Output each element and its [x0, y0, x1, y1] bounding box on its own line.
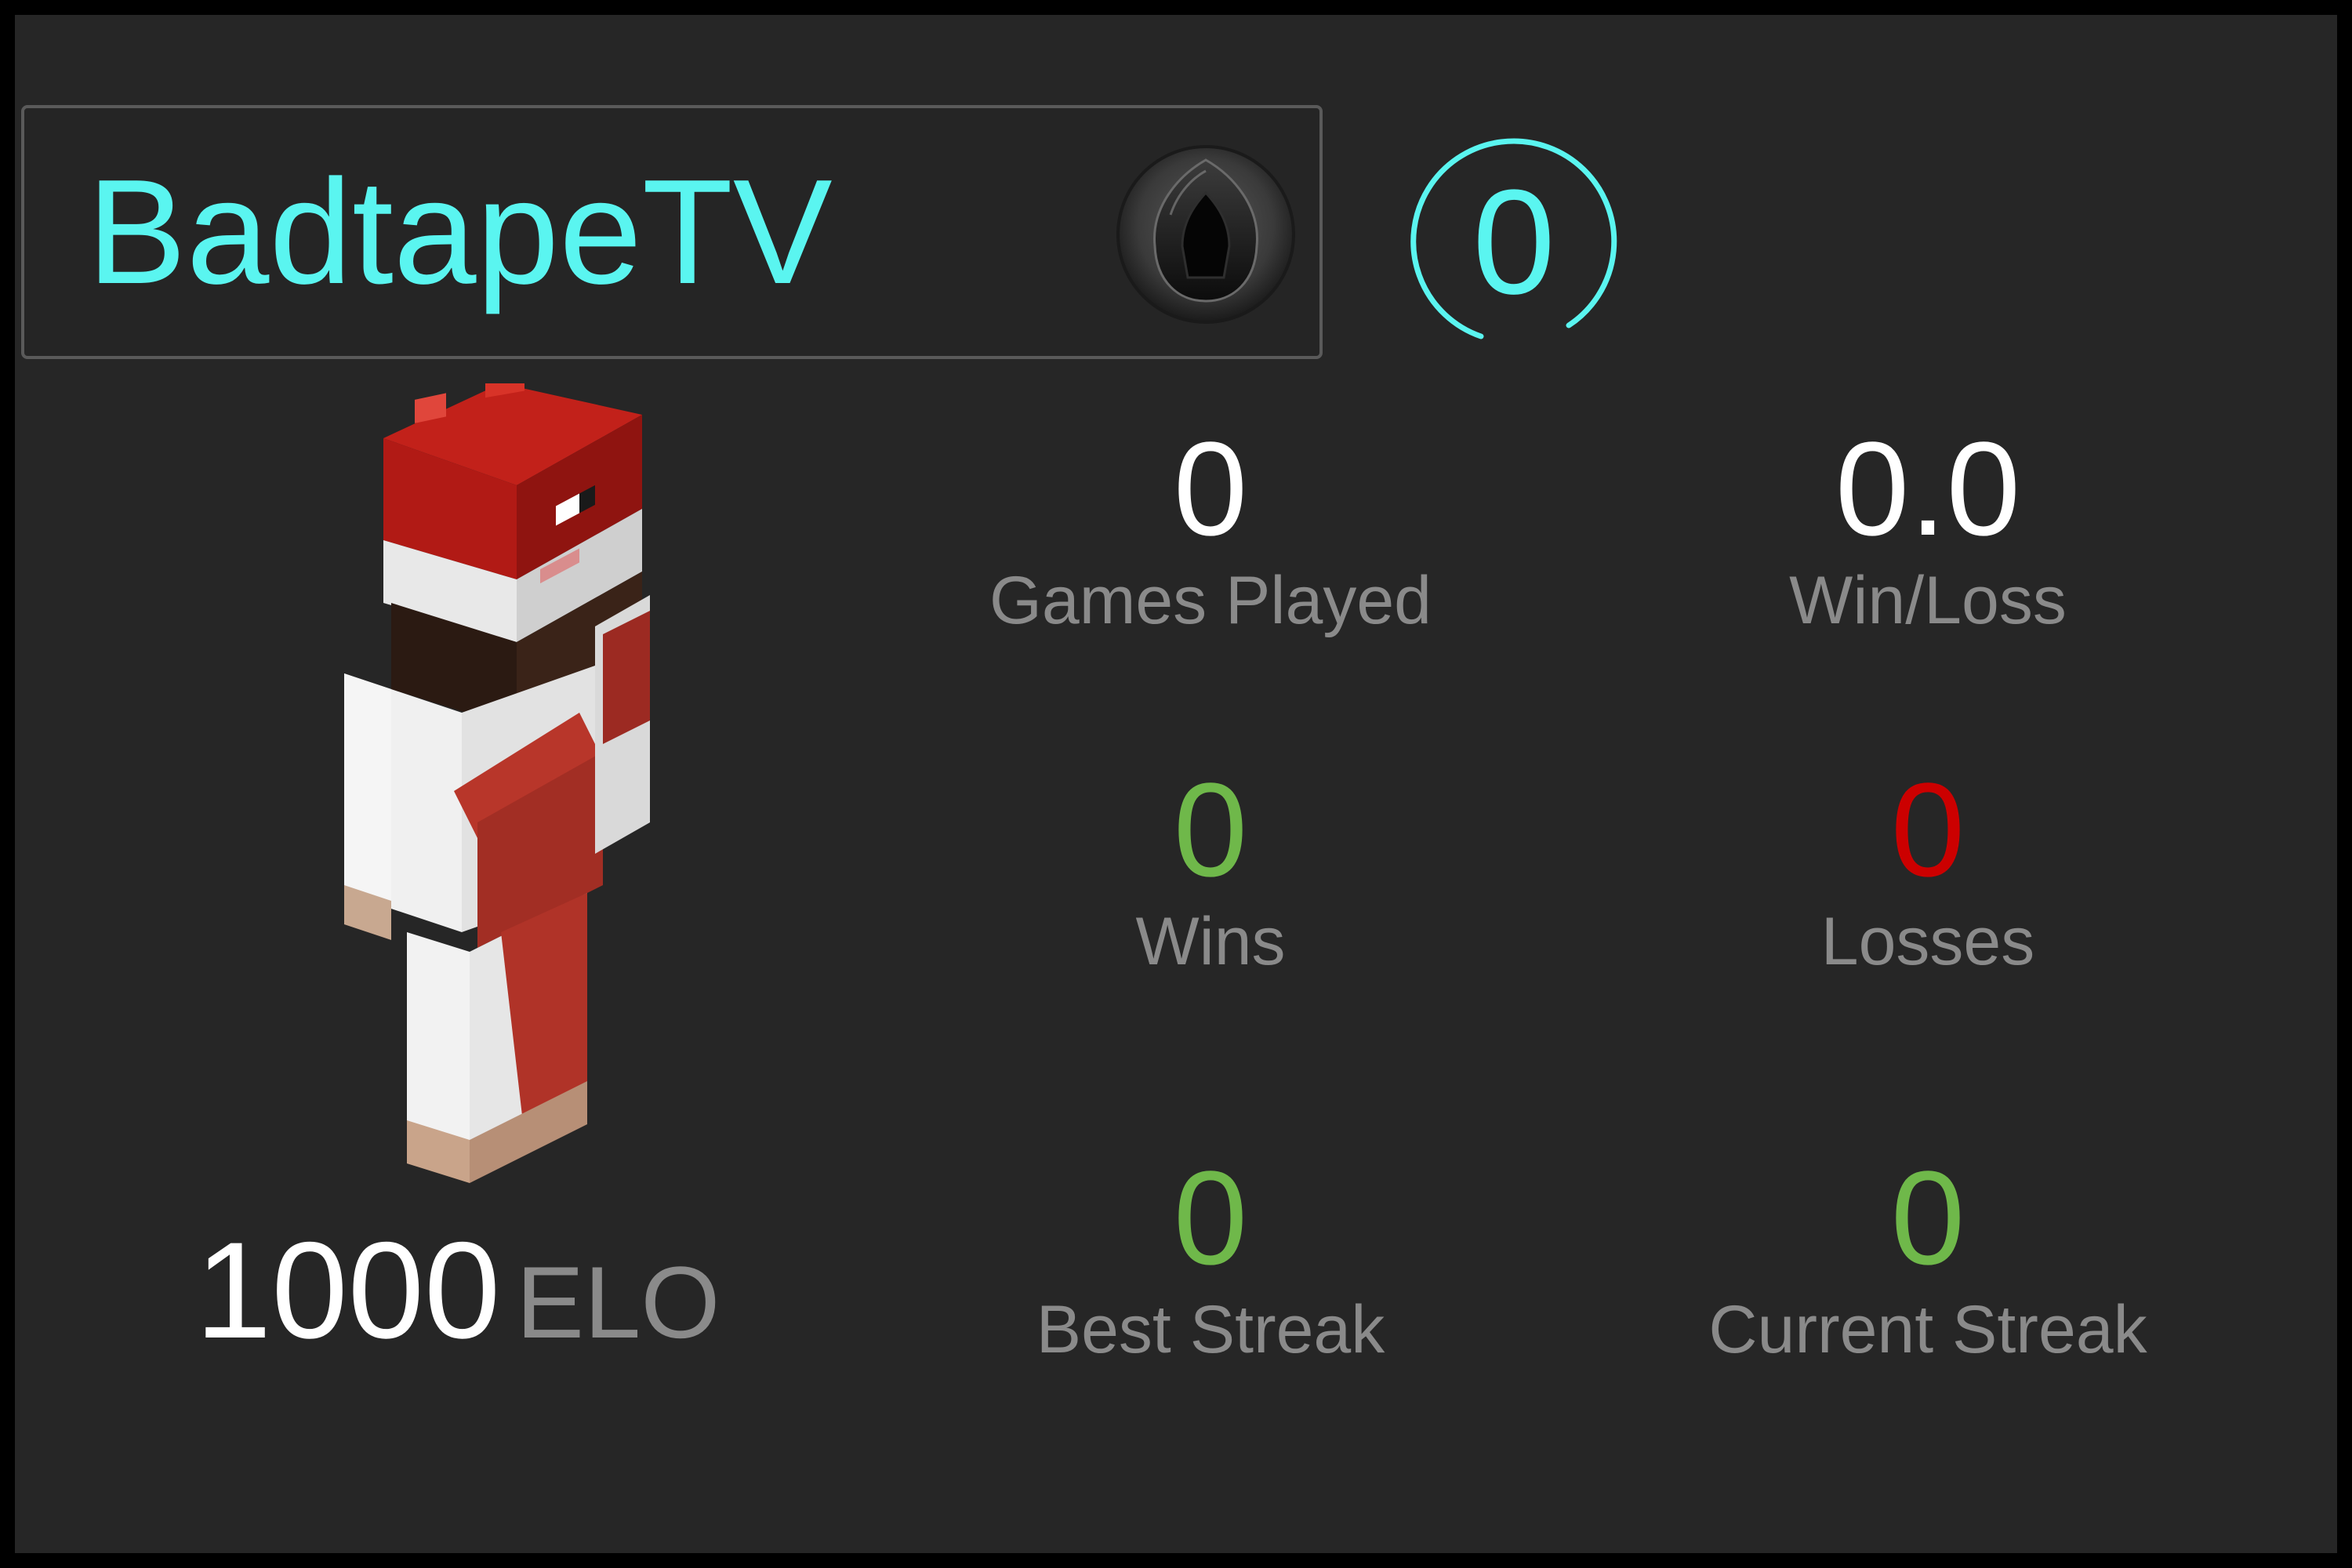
level-number: 0: [1472, 159, 1555, 325]
best-streak-value: 0: [1173, 1144, 1248, 1293]
losses-label: Losses: [1820, 904, 2035, 979]
stat-win-loss: 0.0 Win/Loss: [1653, 423, 2202, 634]
player-username: BadtapeTV: [87, 149, 833, 315]
games-played-value: 0: [1173, 415, 1248, 564]
win-loss-value: 0.0: [1835, 415, 2021, 564]
losses-value: 0: [1890, 756, 1965, 905]
elo-unit: ELO: [516, 1245, 720, 1359]
stat-best-streak: 0 Best Streak: [936, 1152, 1485, 1363]
level-indicator: 0: [1403, 131, 1625, 354]
username-panel: BadtapeTV: [21, 105, 1323, 359]
stat-wins: 0 Wins: [936, 764, 1485, 975]
wins-value: 0: [1173, 756, 1248, 905]
minecraft-santa-skin-icon: [344, 383, 650, 1183]
current-streak-value: 0: [1890, 1144, 1965, 1293]
win-loss-label: Win/Loss: [1789, 563, 2067, 638]
stat-losses: 0 Losses: [1653, 764, 2202, 975]
black-gem-rank-icon: [1116, 145, 1295, 324]
best-streak-label: Best Streak: [1036, 1292, 1385, 1367]
elo-value: 1000: [195, 1214, 501, 1367]
player-stats-card: BadtapeTV 0 1000 ELO 0 Games Played 0.0 …: [15, 15, 2337, 1553]
games-played-label: Games Played: [989, 563, 1432, 638]
stat-current-streak: 0 Current Streak: [1653, 1152, 2202, 1363]
wins-label: Wins: [1135, 904, 1286, 979]
stat-games-played: 0 Games Played: [936, 423, 1485, 634]
elo-rating: 1000 ELO: [195, 1222, 720, 1359]
current-streak-label: Current Streak: [1708, 1292, 2147, 1367]
